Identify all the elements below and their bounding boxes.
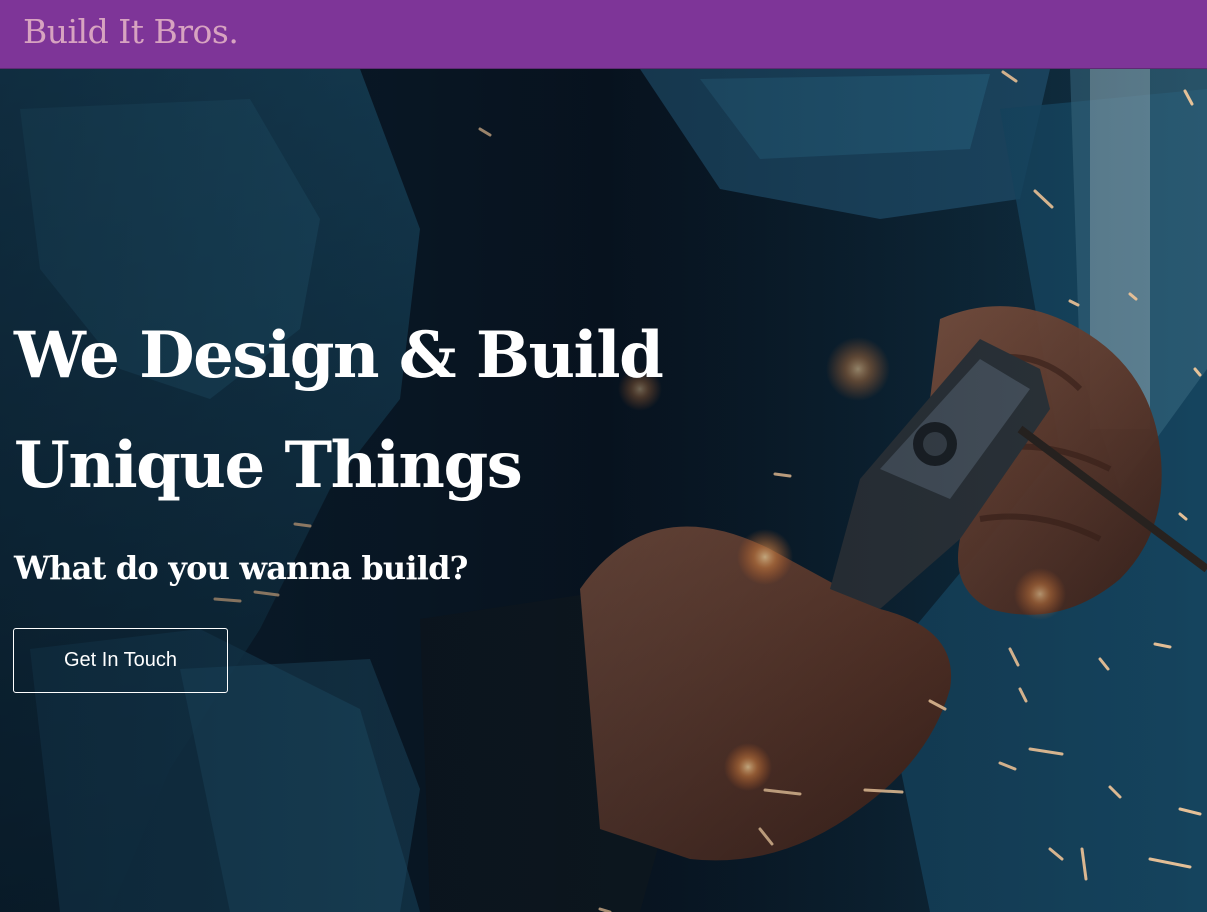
hero-title-line-2: Unique Things (14, 428, 523, 503)
top-navbar: Build It Bros. (0, 0, 1207, 69)
brand-logo-link[interactable]: Build It Bros. (23, 10, 239, 54)
get-in-touch-button[interactable]: Get In Touch (13, 628, 228, 693)
hero-section: We Design & Build Unique Things What do … (0, 69, 1207, 912)
hero-title-line-1: We Design & Build (14, 318, 664, 393)
hero-title: We Design & Build Unique Things (14, 301, 714, 521)
hero-subtitle: What do you wanna build? (14, 549, 468, 587)
